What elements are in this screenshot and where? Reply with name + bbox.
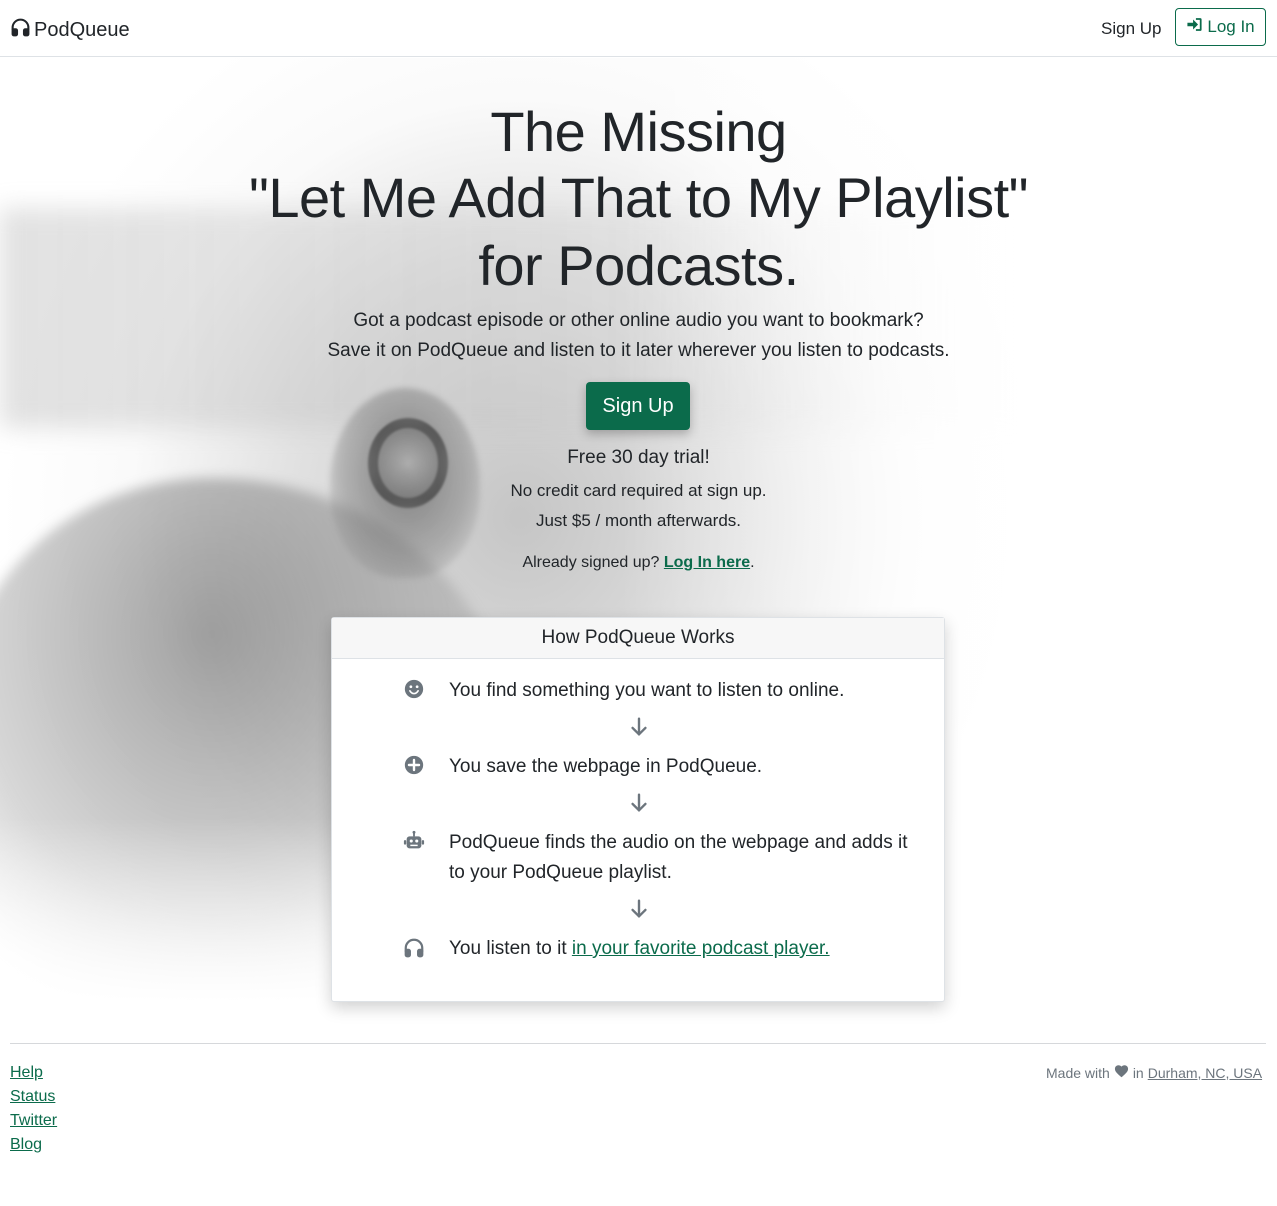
how-it-works-card: How PodQueue Works You find something yo…: [331, 617, 945, 1002]
arrow-down-icon: [628, 716, 650, 738]
footer-link-status[interactable]: Status: [10, 1085, 57, 1109]
navbar: PodQueue Sign Up Log In: [0, 0, 1277, 57]
brand-link[interactable]: PodQueue: [10, 17, 130, 44]
footer-links: Help Status Twitter Blog: [10, 1061, 57, 1157]
already-signed-up: Already signed up? Log In here.: [0, 554, 1277, 572]
hero-title-line-2: "Let Me Add That to My Playlist": [248, 166, 1029, 229]
already-prefix: Already signed up?: [522, 554, 664, 571]
step-text: You save the webpage in PodQueue.: [449, 756, 763, 777]
made-prefix: Made with: [1046, 1064, 1110, 1081]
hero-lead-line-2: Save it on PodQueue and listen to it lat…: [327, 340, 950, 361]
footer-link-twitter[interactable]: Twitter: [10, 1109, 57, 1133]
brand-name: PodQueue: [34, 19, 130, 41]
podcast-player-link[interactable]: in your favorite podcast player.: [572, 938, 830, 959]
hero-lead-line-1: Got a podcast episode or other online au…: [353, 310, 924, 331]
arrow-down-icon: [628, 898, 650, 920]
footer-divider: [10, 1043, 1266, 1044]
footer-link-help[interactable]: Help: [10, 1061, 57, 1085]
headphones-icon: [403, 937, 425, 959]
no-credit-card-text: No credit card required at sign up.: [510, 481, 767, 500]
hero-title-line-3: for Podcasts.: [478, 234, 799, 297]
login-here-link[interactable]: Log In here: [664, 554, 750, 571]
robot-icon: [403, 830, 425, 852]
card-title: How PodQueue Works: [332, 618, 944, 659]
smile-icon: [403, 678, 425, 700]
hero-signup-button[interactable]: Sign Up: [586, 382, 690, 430]
step-listen-prefix: You listen to it: [449, 938, 572, 959]
headphones-icon: [10, 17, 31, 44]
plus-circle-icon: [403, 754, 425, 776]
arrow-down-icon: [628, 792, 650, 814]
step-text: You find something you want to listen to…: [449, 680, 845, 701]
made-in: in: [1132, 1064, 1144, 1081]
nav-signup-link[interactable]: Sign Up: [1101, 19, 1161, 39]
footer-link-blog[interactable]: Blog: [10, 1133, 57, 1157]
step-text: You listen to it in your favorite podcas…: [449, 934, 919, 964]
already-suffix: .: [750, 554, 755, 571]
step-text: PodQueue finds the audio on the webpage …: [449, 832, 908, 883]
trial-text: Free 30 day trial!: [567, 447, 710, 468]
login-button[interactable]: Log In: [1175, 8, 1266, 46]
sign-in-icon: [1186, 16, 1203, 38]
made-with-credit: Made with in Durham, NC, USA: [1046, 1064, 1262, 1081]
price-text: Just $5 / month afterwards.: [535, 511, 742, 530]
login-label: Log In: [1207, 17, 1255, 36]
location-link[interactable]: Durham, NC, USA: [1148, 1065, 1262, 1081]
heart-icon: [1114, 1064, 1129, 1081]
hero-title-line-1: The Missing: [490, 100, 787, 163]
